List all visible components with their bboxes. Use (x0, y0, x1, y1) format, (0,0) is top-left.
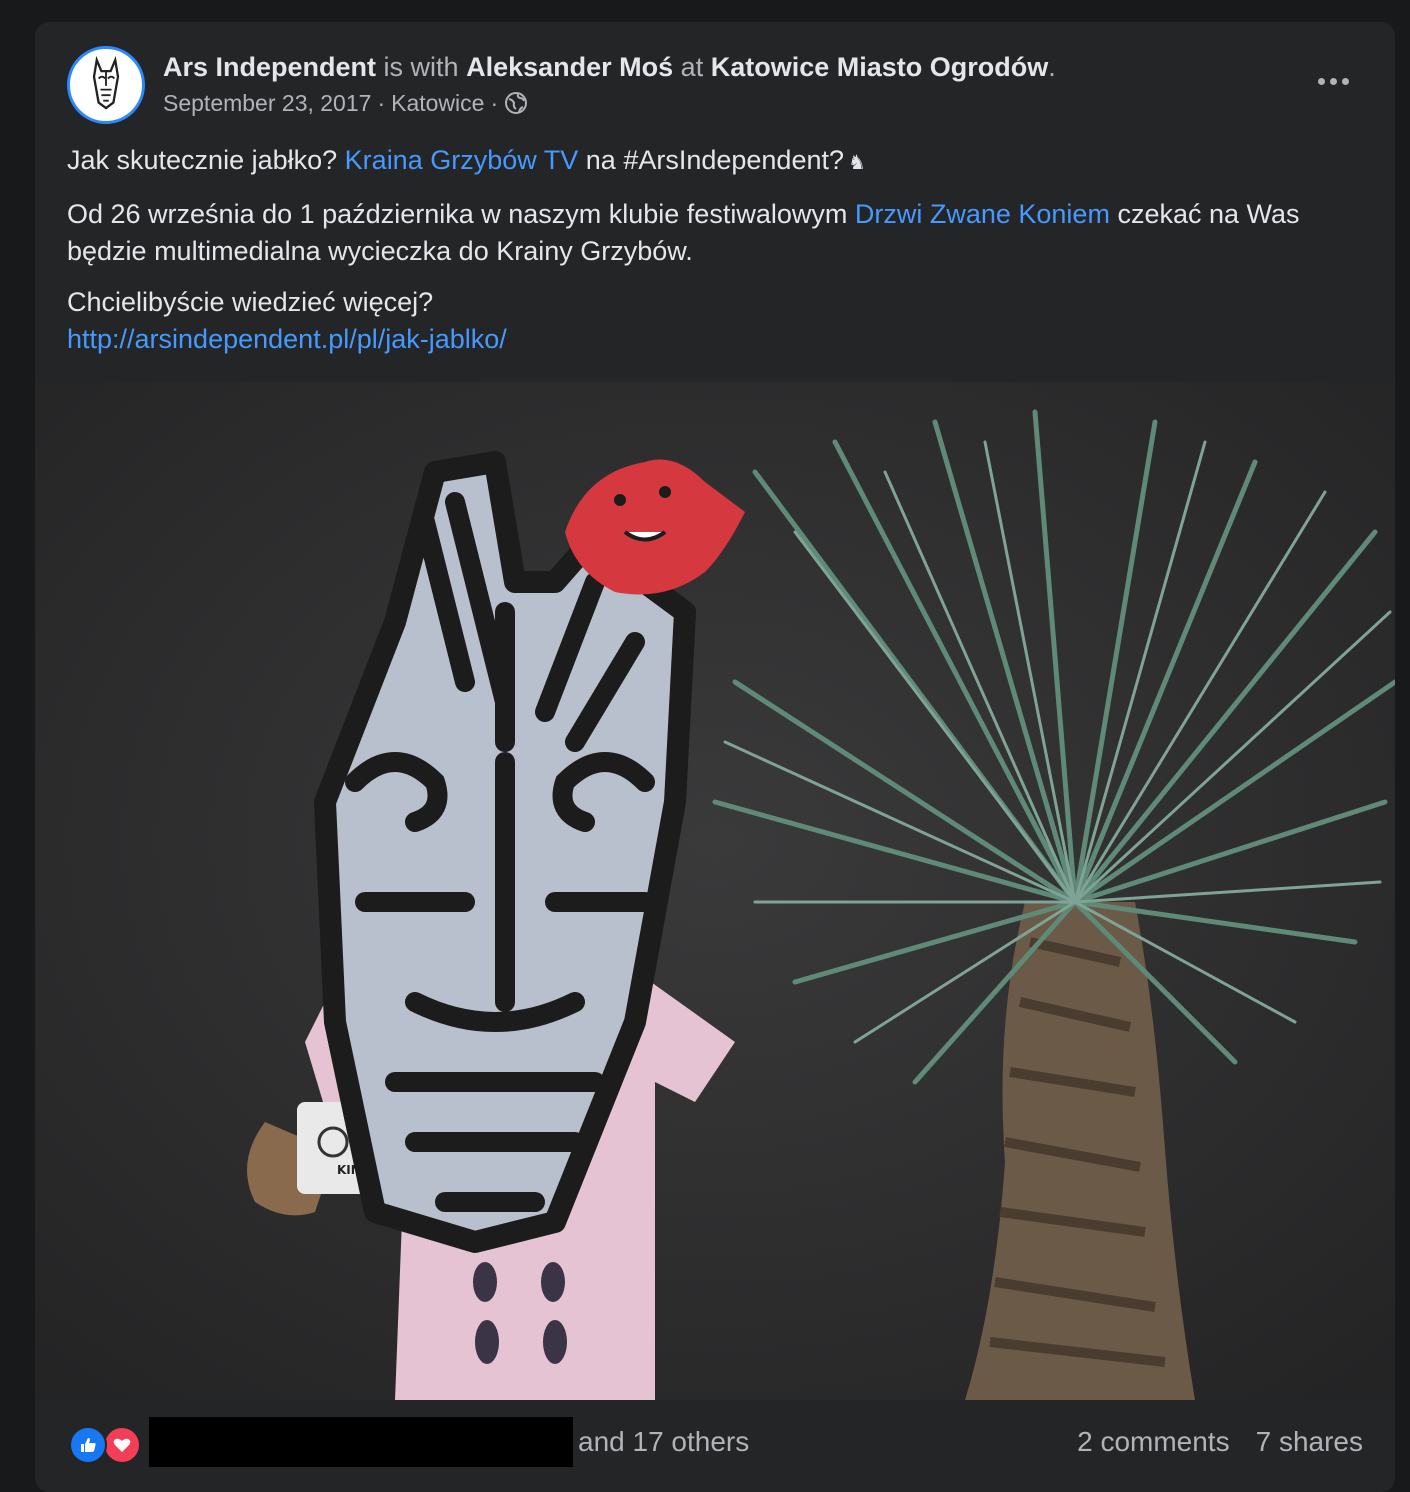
post-footer: and 17 others 2 comments 7 shares (35, 1400, 1395, 1492)
post-meta: September 23, 2017 · Katowice · (163, 88, 528, 118)
kraina-grzybow-link[interactable]: Kraina Grzybów TV (345, 145, 579, 175)
meta-separator: · (377, 90, 386, 116)
redacted-names (149, 1417, 573, 1467)
horse-emoji-icon: ♞ (848, 152, 866, 174)
photo-illustration: KINDER T (35, 382, 1395, 1400)
post-location[interactable]: Katowice (391, 88, 484, 118)
tagged-person-link[interactable]: Aleksander Moś (466, 52, 673, 82)
comments-count-link[interactable]: 2 comments (1077, 1426, 1230, 1458)
post-paragraph-3: Chcielibyście wiedzieć więcej? http://ar… (67, 284, 1357, 358)
text-span: Od 26 września do 1 października w naszy… (67, 199, 848, 229)
love-icon (103, 1426, 141, 1464)
meta-separator: · (490, 90, 499, 116)
post-header: Ars Independent is with Aleksander Moś a… (35, 22, 1395, 132)
reaction-icons[interactable] (69, 1426, 141, 1464)
post-headline: Ars Independent is with Aleksander Moś a… (163, 50, 1056, 84)
drzwi-zwane-koniem-link[interactable]: Drzwi Zwane Koniem (855, 199, 1110, 229)
more-options-icon (1341, 77, 1349, 85)
author-link[interactable]: Ars Independent (163, 52, 376, 82)
text-span: Jak skutecznie jabłko? (67, 145, 338, 175)
text-span: Chcielibyście wiedzieć więcej? (67, 287, 434, 317)
heart-icon (113, 1438, 131, 1452)
like-icon (69, 1426, 107, 1464)
page-avatar[interactable] (67, 46, 145, 124)
more-options-button[interactable] (1311, 66, 1355, 96)
external-url-link[interactable]: http://arsindependent.pl/pl/jak-jablko/ (67, 324, 507, 354)
at-text: at (680, 52, 704, 82)
zebra-logo-icon (72, 51, 140, 119)
text-span: na #ArsIndependent? (585, 145, 844, 175)
thumbs-up-icon (81, 1438, 96, 1452)
post-paragraph-2: Od 26 września do 1 października w naszy… (67, 196, 1357, 270)
post-photo[interactable]: KINDER T (35, 382, 1395, 1400)
with-text: is with (383, 52, 459, 82)
globe-icon[interactable] (504, 91, 528, 115)
period-text: . (1048, 52, 1056, 82)
shares-count-link[interactable]: 7 shares (1256, 1426, 1363, 1458)
engagement-counts: 2 comments 7 shares (1077, 1426, 1363, 1458)
place-link[interactable]: Katowice Miasto Ogrodów (711, 52, 1049, 82)
post-text: Jak skutecznie jabłko? Kraina Grzybów TV… (67, 142, 1357, 372)
more-options-icon (1317, 77, 1325, 85)
reactions-others-link[interactable]: and 17 others (578, 1426, 749, 1458)
post-date[interactable]: September 23, 2017 (163, 88, 371, 118)
more-options-icon (1329, 77, 1337, 85)
post-paragraph-1: Jak skutecznie jabłko? Kraina Grzybów TV… (67, 142, 1357, 182)
post-card: Ars Independent is with Aleksander Moś a… (35, 22, 1395, 1492)
